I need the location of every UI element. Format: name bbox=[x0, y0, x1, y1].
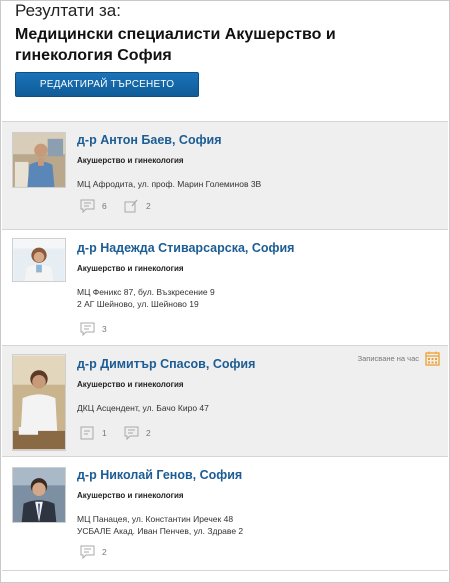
doctor-card: д-р Димитър Спасов, София Записване на ч… bbox=[2, 346, 448, 457]
doctor-photo[interactable] bbox=[12, 354, 66, 451]
comments-stat[interactable]: 1 bbox=[80, 426, 107, 440]
note-icon bbox=[80, 426, 94, 440]
comments-count: 1 bbox=[102, 428, 107, 438]
doctor-specialty: Акушерство и гинекология bbox=[77, 156, 184, 165]
doctor-photo[interactable] bbox=[12, 132, 66, 188]
reviews-stat[interactable]: 2 bbox=[124, 199, 151, 213]
edit-review-icon bbox=[124, 199, 138, 213]
doctor-card: д-р Антон Баев, София Акушерство и гинек… bbox=[2, 122, 448, 230]
doctor-address: ДКЦ Асцендент, ул. Бачо Киро 47 bbox=[77, 402, 209, 414]
address-line: МЦ Панацея, ул. Константин Иречек 48 bbox=[77, 514, 234, 524]
query-line-1: Медицински специалисти Акушерство и bbox=[15, 26, 336, 43]
results-label: Резултати за: bbox=[15, 1, 121, 20]
doctor-list: д-р Антон Баев, София Акушерство и гинек… bbox=[2, 121, 448, 571]
reviews-stat[interactable]: 2 bbox=[124, 426, 151, 440]
comment-icon bbox=[80, 545, 95, 559]
address-line: 2 АГ Шейново, ул. Шейново 19 bbox=[77, 299, 199, 309]
doctor-name-link[interactable]: д-р Николай Генов, София bbox=[77, 468, 242, 482]
results-header: Резултати за: Медицински специалисти Аку… bbox=[15, 1, 441, 66]
reviews-count: 2 bbox=[146, 428, 151, 438]
comments-stat[interactable]: 6 bbox=[80, 199, 107, 213]
comments-count: 3 bbox=[102, 324, 107, 334]
doctor-address: МЦ Феникс 87, бул. Възкресение 9 2 АГ Ше… bbox=[77, 286, 215, 310]
doctor-photo[interactable] bbox=[12, 467, 66, 523]
comments-count: 2 bbox=[102, 547, 107, 557]
calendar-icon bbox=[425, 351, 440, 366]
results-query: Медицински специалисти Акушерство и гине… bbox=[15, 24, 441, 66]
comment-icon bbox=[124, 426, 139, 440]
edit-search-button[interactable]: РЕДАКТИРАЙ ТЪРСЕНЕТО bbox=[15, 72, 199, 97]
doctor-name-link[interactable]: д-р Антон Баев, София bbox=[77, 133, 222, 147]
comment-icon bbox=[80, 199, 95, 213]
comment-icon bbox=[80, 322, 95, 336]
doctor-specialty: Акушерство и гинекология bbox=[77, 491, 184, 500]
comments-count: 6 bbox=[102, 201, 107, 211]
doctor-name-link[interactable]: д-р Надежда Стиварсарска, София bbox=[77, 241, 294, 255]
doctor-photo[interactable] bbox=[12, 238, 66, 282]
address-line: УСБАЛЕ Акад. Иван Пенчев, ул. Здраве 2 bbox=[77, 526, 244, 536]
doctor-address: МЦ Панацея, ул. Константин Иречек 48 УСБ… bbox=[77, 513, 243, 537]
results-panel: Резултати за: Медицински специалисти Аку… bbox=[0, 0, 450, 583]
doctor-specialty: Акушерство и гинекология bbox=[77, 264, 184, 273]
comments-stat[interactable]: 3 bbox=[80, 322, 107, 336]
doctor-card: д-р Николай Генов, София Акушерство и ги… bbox=[2, 457, 448, 571]
doctor-specialty: Акушерство и гинекология bbox=[77, 380, 184, 389]
address-line: МЦ Феникс 87, бул. Възкресение 9 bbox=[77, 287, 215, 297]
address-line: ДКЦ Асцендент, ул. Бачо Киро 47 bbox=[77, 403, 209, 413]
query-line-2: гинекология София bbox=[15, 47, 172, 64]
doctor-name-link[interactable]: д-р Димитър Спасов, София bbox=[77, 357, 255, 371]
address-line: МЦ Афродита, ул. проф. Марин Големинов 3… bbox=[77, 179, 262, 189]
appointment-label: Записване на час bbox=[357, 354, 419, 363]
reviews-count: 2 bbox=[146, 201, 151, 211]
appointment-link[interactable]: Записване на час bbox=[358, 351, 440, 366]
comments-stat[interactable]: 2 bbox=[80, 545, 107, 559]
doctor-card: д-р Надежда Стиварсарска, София Акушерст… bbox=[2, 230, 448, 346]
doctor-address: МЦ Афродита, ул. проф. Марин Големинов 3… bbox=[77, 178, 261, 190]
